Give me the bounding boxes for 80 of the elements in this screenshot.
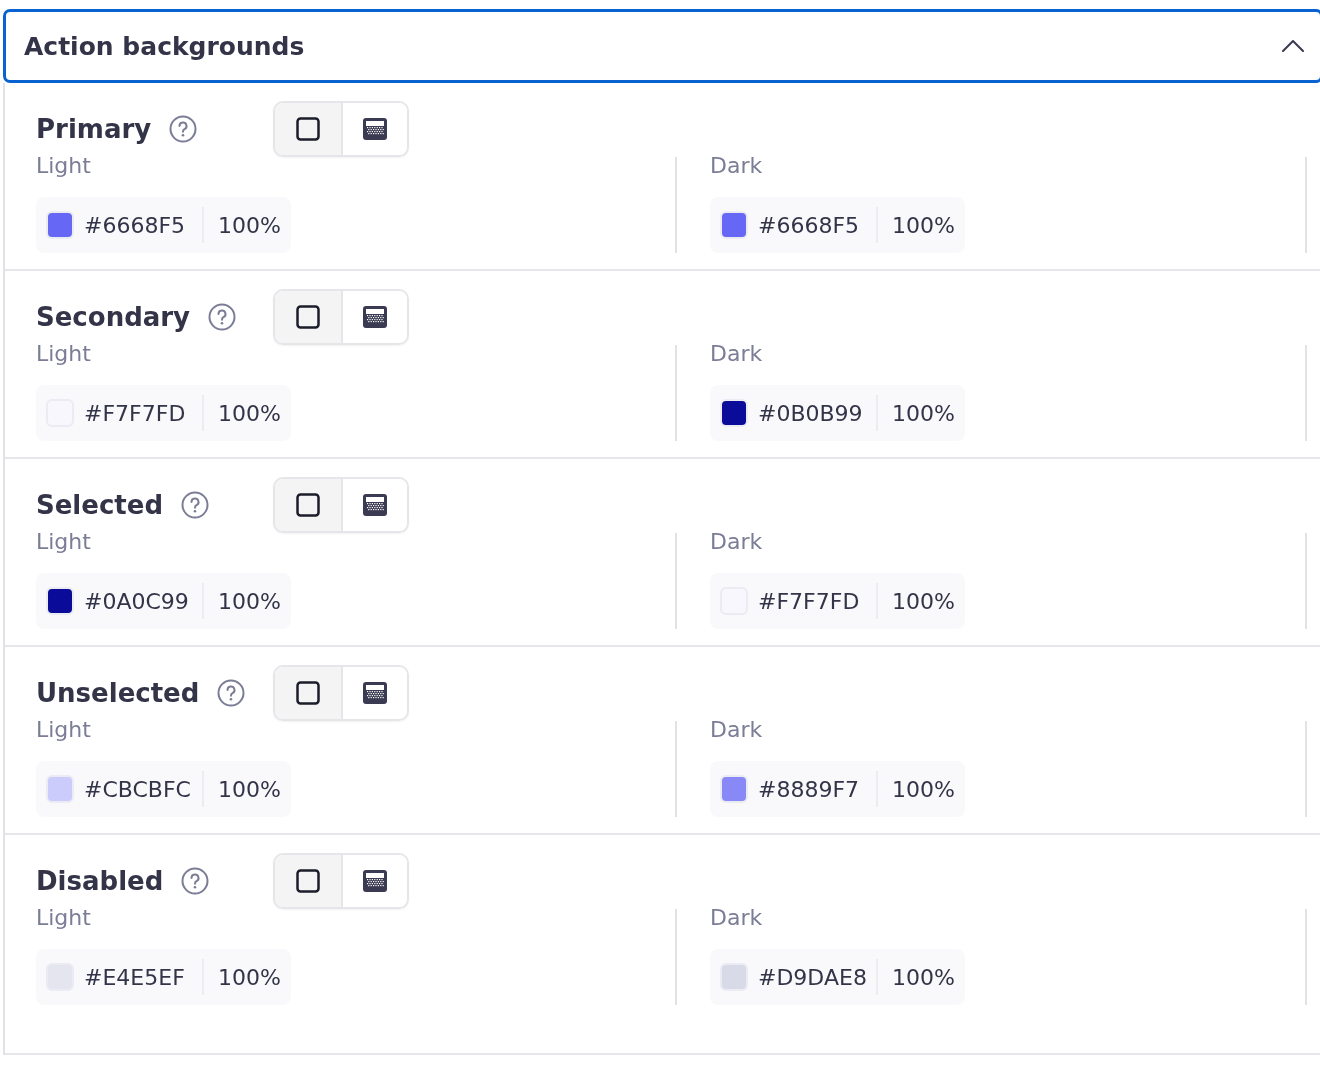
- opacity-value: 100%: [218, 400, 281, 426]
- hex-value: #6668F5: [84, 212, 187, 238]
- color-field[interactable]: #0B0B99 100%: [710, 385, 965, 441]
- hex-value: #0A0C99: [84, 588, 190, 614]
- group-title: Disabled: [36, 866, 164, 896]
- hex-value: #CBCBFC: [84, 776, 192, 802]
- mode-label: Light: [36, 152, 91, 180]
- group-title: Selected: [36, 490, 163, 520]
- gradient-fill-button[interactable]: [341, 103, 407, 155]
- group-title: Primary: [36, 114, 152, 144]
- gradient-fill-button[interactable]: [341, 855, 407, 907]
- opacity-value: 100%: [892, 588, 955, 614]
- section-title: Action backgrounds: [24, 31, 305, 61]
- opacity-value: 100%: [218, 212, 281, 238]
- mode-label: Light: [36, 716, 91, 744]
- mode-label: Dark: [710, 528, 763, 556]
- color-swatch[interactable]: [720, 211, 748, 239]
- gradient-icon: [363, 682, 387, 704]
- hex-value: #8889F7: [758, 776, 861, 802]
- color-field[interactable]: #F7F7FD 100%: [36, 385, 291, 441]
- group-title: Unselected: [36, 678, 200, 708]
- opacity-value: 100%: [218, 588, 281, 614]
- square-icon: [296, 117, 320, 141]
- color-field[interactable]: #6668F5 100%: [36, 197, 291, 253]
- color-field[interactable]: #6668F5 100%: [710, 197, 965, 253]
- chevron-icon: [1282, 40, 1304, 52]
- mode-label: Light: [36, 340, 91, 368]
- help-icon[interactable]: [217, 679, 246, 707]
- hex-value: #6668F5: [758, 212, 861, 238]
- color-field[interactable]: #CBCBFC 100%: [36, 761, 291, 817]
- hex-value: #0B0B99: [758, 400, 864, 426]
- hex-value: #F7F7FD: [758, 588, 861, 614]
- opacity-value: 100%: [218, 964, 281, 990]
- color-field[interactable]: #E4E5EF 100%: [36, 949, 291, 1005]
- mode-label: Dark: [710, 716, 763, 744]
- opacity-value: 100%: [218, 776, 281, 802]
- mode-label: Dark: [710, 904, 763, 932]
- solid-fill-button[interactable]: [275, 667, 341, 719]
- section-header[interactable]: Action backgrounds: [3, 9, 1320, 83]
- mode-label: Light: [36, 904, 91, 932]
- gradient-fill-button[interactable]: [341, 479, 407, 531]
- gradient-icon: [363, 494, 387, 516]
- mode-label: Dark: [710, 152, 763, 180]
- help-icon[interactable]: [181, 867, 210, 895]
- opacity-value: 100%: [892, 400, 955, 426]
- opacity-value: 100%: [892, 964, 955, 990]
- square-icon: [296, 869, 320, 893]
- color-swatch[interactable]: [46, 775, 74, 803]
- hex-value: #E4E5EF: [84, 964, 186, 990]
- color-field[interactable]: #0A0C99 100%: [36, 573, 291, 629]
- color-swatch[interactable]: [46, 211, 74, 239]
- opacity-value: 100%: [892, 212, 955, 238]
- hex-value: #F7F7FD: [84, 400, 187, 426]
- gradient-fill-button[interactable]: [341, 667, 407, 719]
- group-title: Secondary: [36, 302, 191, 332]
- opacity-value: 100%: [892, 776, 955, 802]
- square-icon: [296, 493, 320, 517]
- color-swatch[interactable]: [720, 775, 748, 803]
- color-swatch[interactable]: [720, 399, 748, 427]
- gradient-icon: [363, 118, 387, 140]
- gradient-fill-button[interactable]: [341, 291, 407, 343]
- hex-value: #D9DAE8: [758, 964, 868, 990]
- square-icon: [296, 305, 320, 329]
- help-icon[interactable]: [169, 115, 198, 143]
- color-field[interactable]: #8889F7 100%: [710, 761, 965, 817]
- solid-fill-button[interactable]: [275, 291, 341, 343]
- color-field[interactable]: #F7F7FD 100%: [710, 573, 965, 629]
- help-icon[interactable]: [181, 491, 209, 519]
- color-swatch[interactable]: [46, 587, 74, 615]
- gradient-icon: [363, 870, 387, 892]
- solid-fill-button[interactable]: [275, 479, 341, 531]
- square-icon: [296, 681, 320, 705]
- solid-fill-button[interactable]: [275, 855, 341, 907]
- gradient-icon: [363, 306, 387, 328]
- color-field[interactable]: #D9DAE8 100%: [710, 949, 965, 1005]
- help-icon[interactable]: [208, 303, 237, 331]
- mode-label: Light: [36, 528, 91, 556]
- mode-label: Dark: [710, 340, 763, 368]
- solid-fill-button[interactable]: [275, 103, 341, 155]
- color-swatch[interactable]: [720, 963, 748, 991]
